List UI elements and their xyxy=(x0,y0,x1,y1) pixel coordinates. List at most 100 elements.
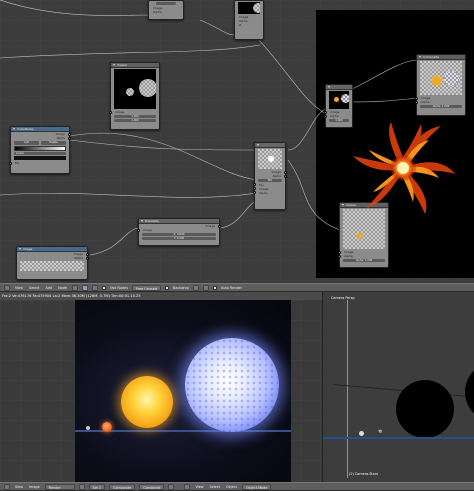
socket-image[interactable] xyxy=(137,228,140,232)
image-browser-select[interactable]: Render Result xyxy=(44,483,75,490)
node-top-b[interactable]: Image Alpha Z xyxy=(234,0,264,40)
fire-explosion xyxy=(353,122,455,214)
node-header[interactable]: Composite xyxy=(417,55,465,60)
delete-stop-button[interactable]: Delete xyxy=(41,141,66,145)
star-silhouette-right[interactable] xyxy=(465,362,474,422)
menu-object[interactable]: Object xyxy=(225,485,238,489)
render-pass-select[interactable]: Combined xyxy=(139,483,165,490)
menu-node[interactable]: Node xyxy=(57,286,68,290)
translate-x-field[interactable]: X: 0.000 xyxy=(142,232,216,236)
yellow-star xyxy=(121,376,173,428)
menu-image[interactable]: Image xyxy=(28,485,41,489)
pin-icon[interactable] xyxy=(78,483,85,490)
preview-fire xyxy=(357,233,362,238)
node-row: Alpha xyxy=(17,256,89,260)
node-preview xyxy=(238,2,260,14)
socket-image-b[interactable] xyxy=(253,191,256,194)
use-nodes-label: Use Nodes xyxy=(109,285,128,290)
blend-mode-select[interactable]: Mix xyxy=(258,178,282,182)
node-composite[interactable]: Composite Image Alpha Alpha: 1.000 xyxy=(415,54,466,116)
planet-object[interactable] xyxy=(359,431,364,436)
socket-alpha-out[interactable] xyxy=(86,256,89,260)
node-header[interactable] xyxy=(326,85,352,90)
auto-render-label: Auto Render xyxy=(220,285,243,290)
node-header[interactable] xyxy=(255,143,285,148)
preview-sphere-large xyxy=(139,79,156,97)
use-nodes-checkbox[interactable] xyxy=(101,285,106,290)
node-row: Image xyxy=(137,228,219,232)
preview-sphere xyxy=(253,3,260,13)
ramp-interpolation-select[interactable]: Linear xyxy=(14,151,66,155)
ground-line xyxy=(323,437,474,439)
render-layer-slot[interactable]: Sel 1 xyxy=(88,483,106,490)
editor-type-icon[interactable] xyxy=(4,284,10,291)
free-unused-button[interactable]: Free Unused xyxy=(131,284,162,291)
color-ramp-swatch[interactable] xyxy=(14,156,66,160)
node-image[interactable]: Image Image Alpha xyxy=(16,246,89,280)
backdrop-checkbox[interactable] xyxy=(165,285,170,290)
texture-node-icon[interactable] xyxy=(91,284,98,291)
alpha-icon[interactable] xyxy=(202,284,209,291)
node-top-a[interactable]: Image Alpha xyxy=(148,0,184,20)
node-translate[interactable]: Translate Image Image X: 0.000 Y: 0.000 xyxy=(137,218,221,246)
menu-select[interactable]: Select xyxy=(28,286,40,290)
camera-frame-border xyxy=(347,300,348,478)
image-editor[interactable] xyxy=(0,300,322,482)
active-object-name: (2) Camera.Stars xyxy=(349,472,378,476)
menu-select-3d[interactable]: Select xyxy=(208,485,220,489)
composite-node-icon[interactable] xyxy=(81,284,88,291)
blender-window: Image Alpha Image Alpha Z Viewer Image 1… xyxy=(0,0,474,491)
node-preview xyxy=(258,149,282,169)
red-star xyxy=(102,422,112,432)
preview-dot xyxy=(268,156,274,162)
node-field[interactable] xyxy=(156,1,176,5)
channel-icon[interactable] xyxy=(192,284,199,291)
star-silhouette[interactable] xyxy=(396,380,454,438)
menu-view-3d[interactable]: View xyxy=(194,485,204,489)
render-layer-select[interactable]: Composite xyxy=(109,483,136,490)
menu-add[interactable]: Add xyxy=(45,286,54,290)
menu-view[interactable]: View xyxy=(14,286,24,290)
socket-alpha-out[interactable] xyxy=(68,136,71,140)
node-preview xyxy=(329,91,349,109)
node-row: Alpha xyxy=(11,136,71,140)
node-field[interactable]: Alpha: 1.000 xyxy=(420,104,462,108)
node-viewer[interactable]: Viewer Image 1.000 1.000 xyxy=(109,62,160,130)
translate-y-field[interactable]: Y: 0.000 xyxy=(142,236,216,240)
lamp-icon[interactable]: ✲ xyxy=(378,429,386,435)
color-ramp-gradient[interactable] xyxy=(14,145,66,151)
node-field[interactable]: 1.000 xyxy=(114,118,156,122)
add-stop-button[interactable]: Add xyxy=(14,141,39,145)
socket-image[interactable] xyxy=(109,110,112,114)
node-header[interactable]: Viewer xyxy=(111,63,159,68)
preview-checker xyxy=(20,261,84,271)
node-preview xyxy=(420,61,462,95)
material-node-icon[interactable] xyxy=(71,284,78,291)
socket-alpha[interactable] xyxy=(324,114,327,118)
socket-fac[interactable] xyxy=(9,161,12,165)
node-field[interactable]: 1.000 xyxy=(114,114,156,118)
node-field[interactable]: Alpha: 1.000 xyxy=(343,258,385,262)
mode-select[interactable]: Object Mode xyxy=(242,483,272,490)
3d-editor-type-icon[interactable] xyxy=(184,483,191,490)
node-editor[interactable]: Image Alpha Image Alpha Z Viewer Image 1… xyxy=(0,0,474,282)
preview-sphere-small xyxy=(126,88,134,96)
node-field[interactable]: 1.000 xyxy=(329,118,349,122)
socket-alpha[interactable] xyxy=(338,254,341,258)
node-row: Alpha xyxy=(153,9,162,14)
socket-alpha-out[interactable] xyxy=(284,174,287,178)
preview-blue-star xyxy=(444,71,459,86)
display-channel-icon[interactable] xyxy=(168,483,175,490)
node-row: Alpha xyxy=(253,191,285,195)
node-editor-header: View Select Add Node Use Nodes Free Unus… xyxy=(0,283,474,292)
image-editor-type-icon[interactable] xyxy=(4,483,10,490)
node-row: Z xyxy=(239,23,242,27)
socket-alpha[interactable] xyxy=(415,100,418,104)
menu-view-image[interactable]: View xyxy=(14,485,24,489)
node-row: Image xyxy=(109,110,159,114)
node-preview xyxy=(114,69,156,109)
node-colorramp[interactable]: ColorRamp Image Alpha Add Delete Linear … xyxy=(9,126,71,174)
auto-render-checkbox[interactable] xyxy=(212,285,217,290)
node-mix[interactable]: Image Alpha Mix Fac Image Alpha xyxy=(253,142,287,210)
3d-viewport[interactable]: Camera Persp ✲ (2) Camera.Stars xyxy=(322,292,474,482)
